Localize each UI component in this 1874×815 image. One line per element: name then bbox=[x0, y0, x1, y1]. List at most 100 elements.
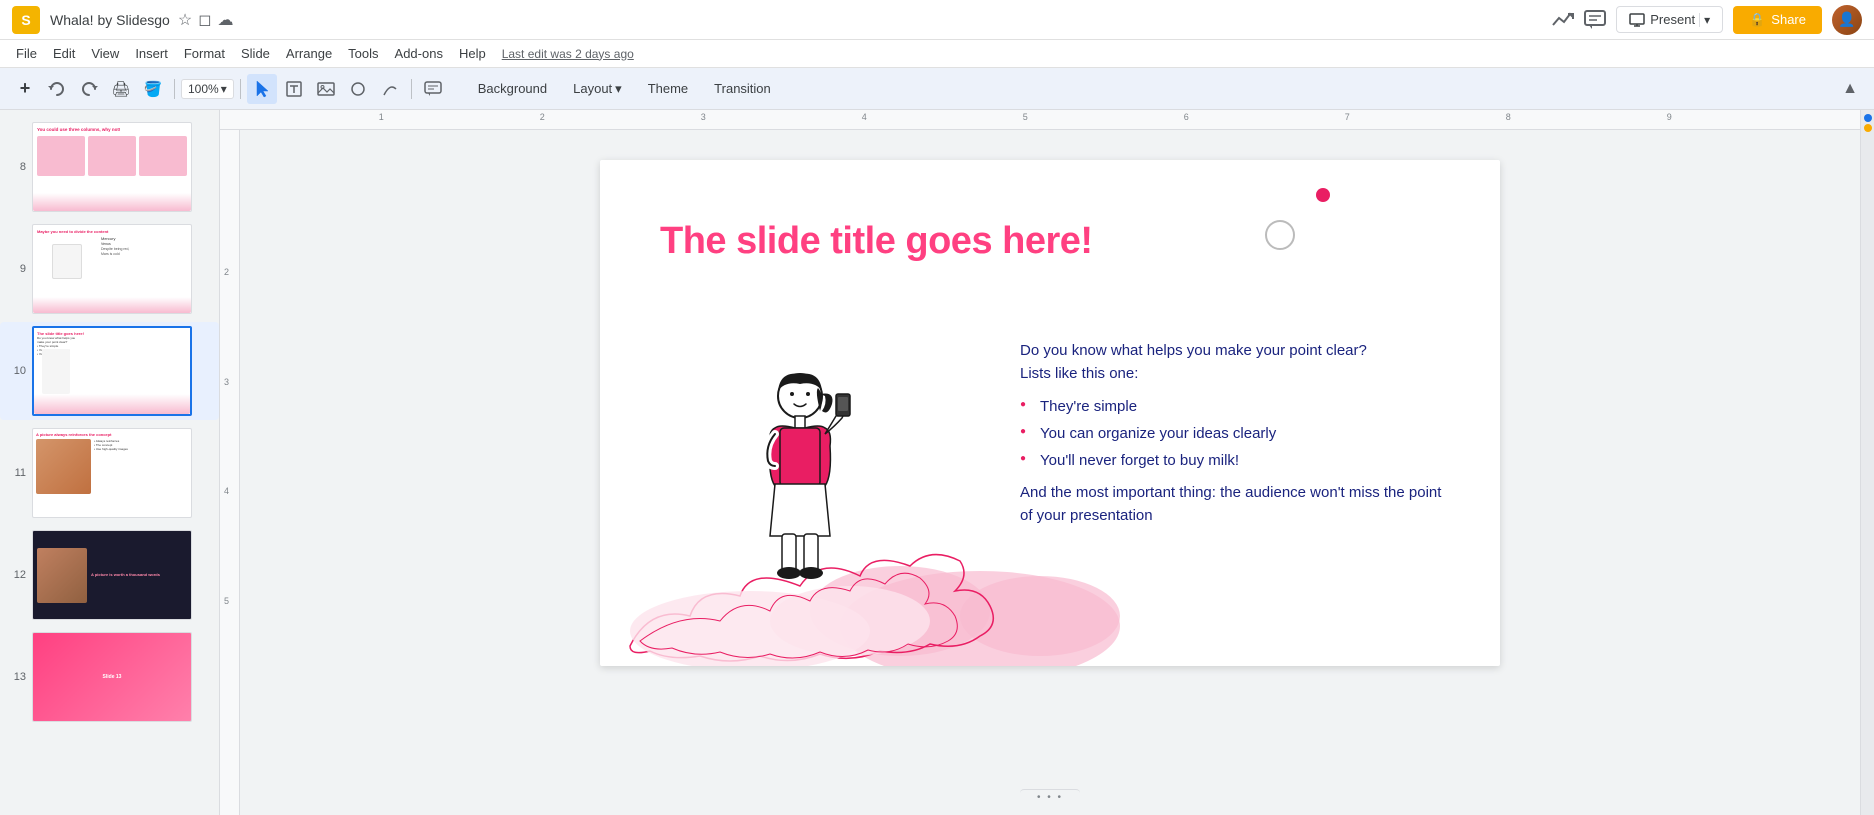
ruler-mark-8: 8 bbox=[1506, 112, 1511, 122]
toolbar-right: ▲ bbox=[1836, 75, 1864, 103]
ruler-horizontal: 1 2 3 4 5 6 7 8 9 bbox=[220, 110, 1860, 130]
main-layout: 8 You could use three columns, why not! … bbox=[0, 110, 1874, 815]
menu-arrange[interactable]: Arrange bbox=[278, 43, 340, 64]
theme-button[interactable]: Theme bbox=[636, 77, 700, 100]
collapse-toolbar-button[interactable]: ▲ bbox=[1836, 75, 1864, 103]
slide-thumb-13[interactable]: 13 Slide 13 bbox=[0, 628, 219, 726]
slide-num-10: 10 bbox=[8, 365, 26, 377]
thumb-preview-12: A picture is worth a thousand words bbox=[32, 530, 192, 620]
slide-canvas-area[interactable]: The slide title goes here! Do you know w… bbox=[240, 130, 1860, 815]
menu-view[interactable]: View bbox=[83, 43, 127, 64]
bullet-item-1: They're simple bbox=[1020, 393, 1450, 420]
right-panel-indicator-1 bbox=[1864, 114, 1872, 122]
ruler-vmark-2: 2 bbox=[224, 267, 229, 277]
slide-thumb-11[interactable]: 11 A picture always reinforces the conce… bbox=[0, 424, 219, 522]
slide-tools: Background Layout ▾ Theme Transition bbox=[466, 77, 783, 101]
print-button[interactable]: 🖨 bbox=[106, 74, 136, 104]
intro-line2: Lists like this one: bbox=[1020, 365, 1138, 382]
avatar-image: 👤 bbox=[1832, 5, 1862, 35]
thumb-11-label: A picture always reinforces the concept bbox=[36, 432, 188, 437]
ruler-mark-9: 9 bbox=[1667, 112, 1672, 122]
transition-button[interactable]: Transition bbox=[702, 77, 783, 100]
ruler-mark-6: 6 bbox=[1184, 112, 1189, 122]
zoom-value: 100% bbox=[188, 82, 219, 96]
paint-button[interactable]: 🪣 bbox=[138, 74, 168, 104]
main-slide[interactable]: The slide title goes here! Do you know w… bbox=[600, 160, 1500, 666]
layout-label: Layout bbox=[573, 81, 612, 96]
undo-button[interactable] bbox=[42, 74, 72, 104]
redo-button[interactable] bbox=[74, 74, 104, 104]
thumb-12-label: A picture is worth a thousand words bbox=[91, 572, 160, 578]
slide-thumb-8[interactable]: 8 You could use three columns, why not! bbox=[0, 118, 219, 216]
slide-thumb-12[interactable]: 12 A picture is worth a thousand words bbox=[0, 526, 219, 624]
ruler-vmark-5: 5 bbox=[224, 596, 229, 606]
text-tool[interactable] bbox=[279, 74, 309, 104]
comments-icon[interactable] bbox=[1584, 9, 1606, 30]
menu-bar: File Edit View Insert Format Slide Arran… bbox=[0, 40, 1874, 68]
layout-button[interactable]: Layout ▾ bbox=[561, 77, 634, 101]
transition-label: Transition bbox=[714, 81, 771, 96]
menu-edit[interactable]: Edit bbox=[45, 43, 83, 64]
menu-addons[interactable]: Add-ons bbox=[387, 43, 451, 64]
share-button[interactable]: 🔒 Share bbox=[1733, 6, 1822, 34]
slide-thumb-9[interactable]: 9 Maybe you need to divide the content M… bbox=[0, 220, 219, 318]
pink-clouds bbox=[600, 466, 1120, 666]
background-label: Background bbox=[478, 81, 547, 96]
present-button[interactable]: Present ▾ bbox=[1616, 6, 1723, 33]
right-panel-indicator-2 bbox=[1864, 124, 1872, 132]
folder-icon[interactable]: ◻ bbox=[198, 10, 211, 30]
app-title: Whala! by Slidesgo bbox=[50, 12, 170, 28]
separator-2 bbox=[240, 79, 241, 99]
cursor-tool[interactable] bbox=[247, 74, 277, 104]
thumb-preview-11: A picture always reinforces the concept … bbox=[32, 428, 192, 518]
thumb-8-label: You could use three columns, why not! bbox=[37, 127, 187, 132]
menu-tools[interactable]: Tools bbox=[340, 43, 386, 64]
character-illustration bbox=[740, 366, 860, 586]
separator-3 bbox=[411, 79, 412, 99]
menu-insert[interactable]: Insert bbox=[127, 43, 176, 64]
menu-slide[interactable]: Slide bbox=[233, 43, 278, 64]
menu-file[interactable]: File bbox=[8, 43, 45, 64]
slide-num-11: 11 bbox=[8, 467, 26, 479]
slide-title[interactable]: The slide title goes here! bbox=[660, 220, 1093, 263]
bottom-handle[interactable]: • • • bbox=[1020, 789, 1080, 805]
thumb-preview-10: The slide title goes here! Do you know w… bbox=[32, 326, 192, 416]
theme-label: Theme bbox=[648, 81, 688, 96]
thumb-preview-9: Maybe you need to divide the content Mer… bbox=[32, 224, 192, 314]
star-icon[interactable]: ☆ bbox=[178, 10, 192, 30]
shape-tool[interactable] bbox=[343, 74, 373, 104]
ruler-mark-1: 1 bbox=[379, 112, 384, 122]
ruler-marks: 1 2 3 4 5 6 7 8 9 bbox=[250, 110, 1860, 129]
toolbar: + 🖨 🪣 100% ▾ bbox=[0, 68, 1874, 110]
avatar[interactable]: 👤 bbox=[1832, 5, 1862, 35]
lock-icon: 🔒 bbox=[1749, 12, 1765, 28]
slide-viewport: 2 3 4 5 The slide title goes here! bbox=[220, 130, 1860, 815]
image-tool[interactable] bbox=[311, 74, 341, 104]
background-button[interactable]: Background bbox=[466, 77, 559, 100]
line-tool[interactable] bbox=[375, 74, 405, 104]
slides-panel: 8 You could use three columns, why not! … bbox=[0, 110, 220, 815]
add-button[interactable]: + bbox=[10, 74, 40, 104]
handle-dots: • • • bbox=[1037, 792, 1063, 803]
menu-format[interactable]: Format bbox=[176, 43, 233, 64]
menu-help[interactable]: Help bbox=[451, 43, 494, 64]
ruler-mark-2: 2 bbox=[540, 112, 545, 122]
deco-circle-large bbox=[1265, 220, 1295, 250]
zoom-control[interactable]: 100% ▾ bbox=[181, 79, 234, 99]
right-panel bbox=[1860, 110, 1874, 815]
comment-tool[interactable] bbox=[418, 74, 448, 104]
intro-line1: Do you know what helps you make your poi… bbox=[1020, 342, 1367, 359]
slide-thumb-10[interactable]: 10 The slide title goes here! Do you kno… bbox=[0, 322, 219, 420]
present-dropdown-arrow[interactable]: ▾ bbox=[1699, 13, 1710, 27]
ruler-mark-7: 7 bbox=[1345, 112, 1350, 122]
ruler-vertical: 2 3 4 5 bbox=[220, 130, 240, 815]
title-icons: ☆ ◻ ☁ bbox=[178, 10, 234, 30]
cloud-icon[interactable]: ☁ bbox=[217, 10, 233, 30]
thumb-preview-8: You could use three columns, why not! bbox=[32, 122, 192, 212]
present-label: Present bbox=[1650, 12, 1695, 27]
app-icon[interactable]: S bbox=[12, 6, 40, 34]
analytics-icon[interactable] bbox=[1552, 9, 1574, 30]
title-bar: S Whala! by Slidesgo ☆ ◻ ☁ bbox=[0, 0, 1874, 40]
last-edit-label: Last edit was 2 days ago bbox=[502, 47, 634, 61]
deco-circle-small bbox=[1316, 188, 1330, 202]
